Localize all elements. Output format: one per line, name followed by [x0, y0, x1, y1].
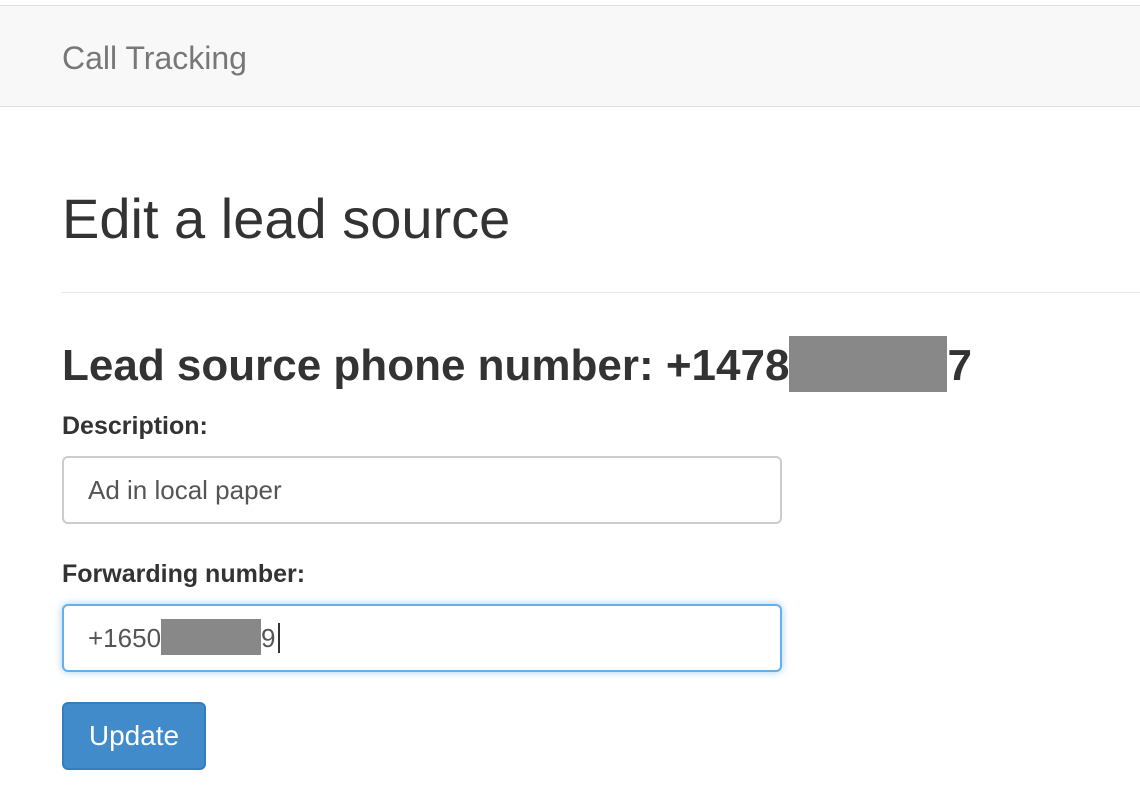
description-input[interactable]	[62, 456, 782, 524]
redaction-block	[161, 619, 262, 655]
update-button[interactable]: Update	[62, 702, 206, 770]
forwarding-number-input[interactable]: +1650 9	[62, 604, 782, 672]
redaction-block	[789, 336, 948, 392]
lead-source-phone-heading: Lead source phone number: +1478 7	[62, 336, 972, 392]
page-title: Edit a lead source	[62, 187, 511, 250]
page: Call Tracking Edit a lead source Lead so…	[0, 0, 1140, 804]
text-caret	[277, 623, 280, 653]
forwarding-number-label: Forwarding number:	[62, 560, 306, 588]
forwarding-number-value: +1650 9	[88, 606, 280, 670]
header-divider	[62, 292, 1140, 293]
forwarding-number-prefix: +1650	[88, 623, 162, 653]
forwarding-number-suffix: 9	[261, 623, 276, 653]
lead-source-phone-prefix: Lead source phone number: +1478	[62, 341, 790, 390]
navbar-brand-link[interactable]: Call Tracking	[62, 39, 247, 77]
lead-source-phone-suffix: 7	[947, 341, 972, 390]
navbar: Call Tracking	[0, 5, 1140, 107]
description-label: Description:	[62, 412, 208, 440]
